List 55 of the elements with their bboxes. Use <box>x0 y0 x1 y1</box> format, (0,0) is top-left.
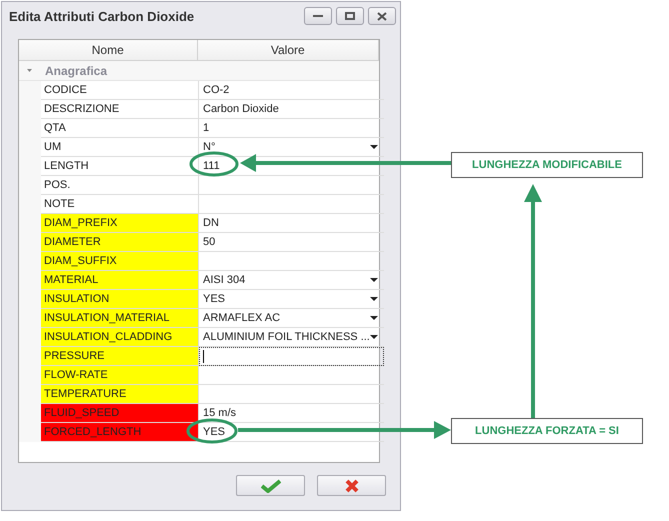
cross-icon <box>344 478 358 492</box>
highlight-ellipse <box>186 418 238 444</box>
property-value[interactable]: 15 m/s <box>199 404 384 423</box>
property-name: LENGTH <box>41 157 199 176</box>
property-value[interactable]: YES <box>199 290 384 309</box>
close-icon <box>377 12 387 20</box>
property-name: UM <box>41 138 199 157</box>
property-name: POS. <box>41 176 199 195</box>
property-value[interactable]: Carbon Dioxide <box>199 100 384 119</box>
property-name: TEMPERATURE <box>41 385 199 404</box>
property-value[interactable]: ALUMINIUM FOIL THICKNESS ... <box>199 328 384 347</box>
close-button[interactable] <box>368 7 396 25</box>
minimize-button[interactable] <box>304 7 332 25</box>
dropdown-icon[interactable] <box>370 278 378 282</box>
property-name: NOTE <box>41 195 199 214</box>
property-name: DESCRIZIONE <box>41 100 199 119</box>
column-header[interactable]: Valore <box>198 40 379 60</box>
property-name: CODICE <box>41 81 199 100</box>
highlight-ellipse <box>190 152 238 176</box>
cancel-button[interactable] <box>317 475 386 496</box>
property-value[interactable]: N° <box>199 138 384 157</box>
property-value[interactable]: CO-2 <box>199 81 384 100</box>
property-name: MATERIAL <box>41 271 199 290</box>
property-value[interactable]: 1 <box>199 119 384 138</box>
maximize-button[interactable] <box>336 7 364 25</box>
dropdown-icon[interactable] <box>370 334 378 340</box>
property-name: INSULATION_CLADDING <box>41 328 199 347</box>
property-value[interactable]: 50 <box>199 233 384 252</box>
dropdown-icon[interactable] <box>370 144 378 150</box>
confirm-button[interactable] <box>236 475 305 496</box>
property-value[interactable]: YES <box>199 423 384 442</box>
property-name: INSULATION <box>41 290 199 309</box>
minimize-icon <box>313 14 323 18</box>
callout-label: LUNGHEZZA MODIFICABILE <box>451 152 643 178</box>
property-name: FLUID_SPEED <box>41 404 199 423</box>
callout-label: LUNGHEZZA FORZATA = SI <box>451 418 643 444</box>
property-name: DIAM_SUFFIX <box>41 252 199 271</box>
property-name: QTA <box>41 119 199 138</box>
checkmark-icon <box>260 478 280 492</box>
category-label: Anagrafica <box>45 64 108 78</box>
dropdown-icon[interactable] <box>370 316 378 320</box>
property-name: DIAMETER <box>41 233 199 252</box>
property-value[interactable]: DN <box>199 214 384 233</box>
property-value[interactable]: AISI 304 <box>199 271 384 290</box>
property-name: FORCED_LENGTH <box>41 423 199 442</box>
property-value[interactable]: ARMAFLEX AC <box>199 309 384 328</box>
property-value[interactable] <box>199 347 384 366</box>
column-header[interactable]: Nome <box>19 40 198 60</box>
property-name: PRESSURE <box>41 347 199 366</box>
property-name: FLOW-RATE <box>41 366 199 385</box>
window-title: Edita Attributi Carbon Dioxide <box>9 8 196 24</box>
property-name: DIAM_PREFIX <box>41 214 199 233</box>
dropdown-icon[interactable] <box>370 296 378 302</box>
maximize-icon <box>345 12 355 20</box>
property-name: INSULATION_MATERIAL <box>41 309 199 328</box>
